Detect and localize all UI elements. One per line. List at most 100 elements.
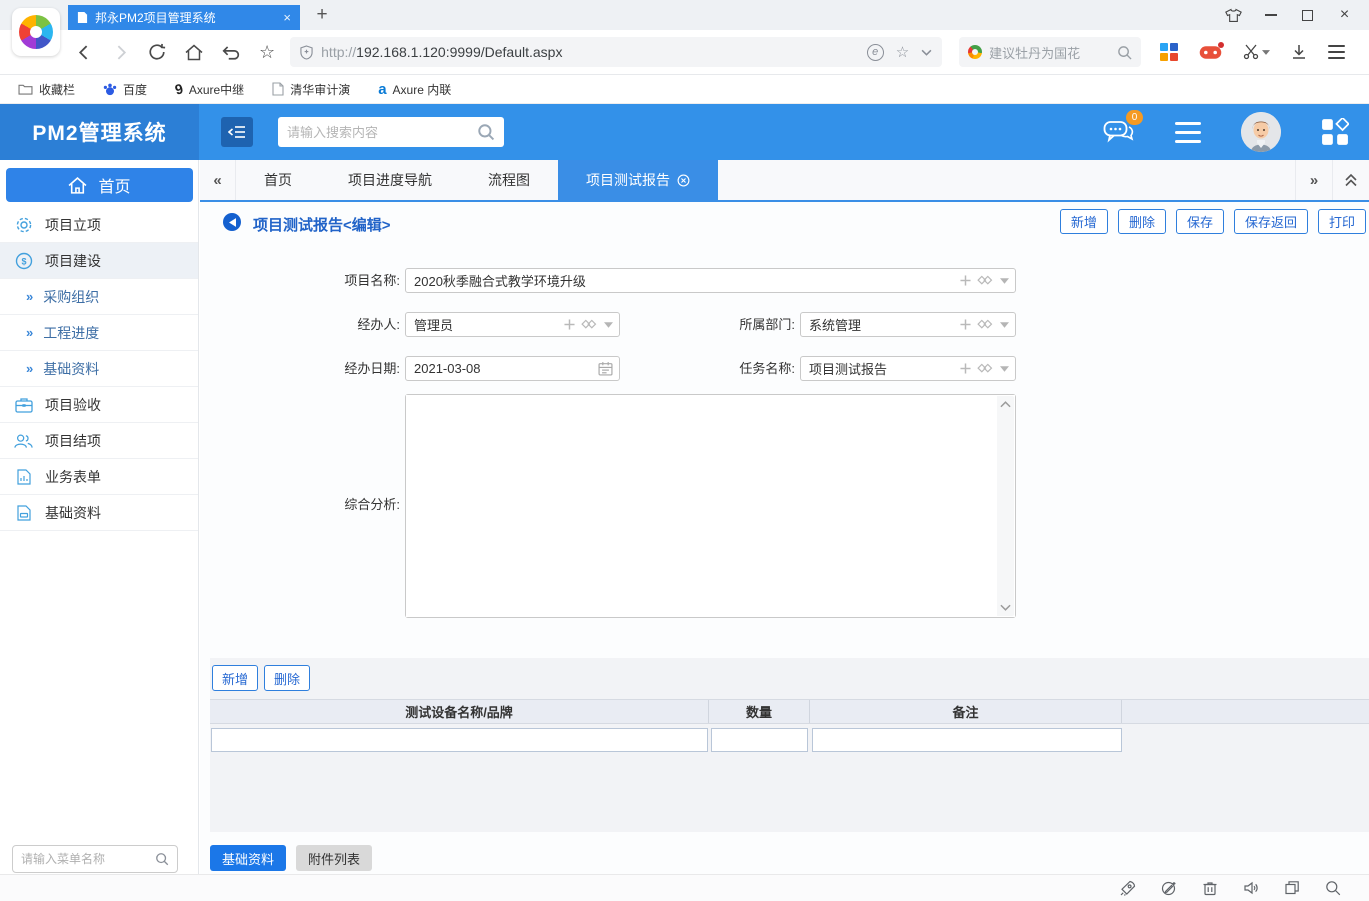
app-menu-icon[interactable] <box>1175 122 1201 143</box>
detail-cell-remarks[interactable] <box>812 728 1122 752</box>
apps-grid-icon[interactable] <box>1160 43 1178 61</box>
dropdown-caret-icon[interactable] <box>1000 366 1009 372</box>
browser-tab[interactable]: 邦永PM2项目管理系统 × <box>68 5 300 30</box>
clear-link-icon[interactable] <box>581 319 598 331</box>
multi-window-icon[interactable] <box>1284 880 1300 896</box>
messages-button[interactable]: 0 <box>1103 119 1135 145</box>
tab-close-circle-icon[interactable] <box>677 174 690 187</box>
close-button[interactable]: × <box>1326 0 1363 30</box>
screenshot-scissors-icon[interactable] <box>1243 44 1270 60</box>
detail-cell-device-name[interactable] <box>211 728 708 752</box>
maximize-button[interactable] <box>1289 0 1326 30</box>
home-icon[interactable] <box>185 44 203 61</box>
sidebar-collapse-button[interactable] <box>221 117 253 147</box>
forward-icon[interactable] <box>112 44 129 61</box>
tab-flowchart[interactable]: 流程图 <box>460 160 558 200</box>
detail-cell-quantity[interactable] <box>711 728 808 752</box>
tabs-scroll-right-icon[interactable]: » <box>1295 160 1332 200</box>
reading-mode-icon[interactable] <box>1161 880 1177 896</box>
quick-apps-icon[interactable] <box>1321 118 1349 146</box>
zoom-magnifier-icon[interactable] <box>1325 880 1341 896</box>
user-avatar[interactable] <box>1241 112 1281 152</box>
date-field[interactable] <box>405 356 620 381</box>
bookmark-folder[interactable]: 收藏栏 <box>18 81 75 98</box>
date-input[interactable] <box>406 357 619 380</box>
games-icon[interactable] <box>1199 45 1222 60</box>
bookmark-tsinghua[interactable]: 清华审计演 <box>272 81 350 98</box>
menu-search-input[interactable] <box>21 852 149 866</box>
dropdown-caret-icon[interactable] <box>1000 278 1009 284</box>
save-return-button[interactable]: 保存返回 <box>1234 209 1308 234</box>
browser-search-box[interactable]: 建议牡丹为国花 <box>959 37 1141 67</box>
minimize-button[interactable] <box>1252 0 1289 30</box>
grid-add-button[interactable]: 新增 <box>212 665 258 691</box>
sidebar-item-progress[interactable]: » 工程进度 <box>0 315 198 351</box>
clear-link-icon[interactable] <box>977 319 994 331</box>
sidebar-item-home[interactable]: 首页 <box>6 168 193 202</box>
project-name-field[interactable] <box>405 268 1016 293</box>
bookmark-axure-cloud[interactable]: 9 Axure中继 <box>175 81 244 98</box>
search-icon[interactable] <box>1117 45 1132 60</box>
dropdown-caret-icon[interactable] <box>1000 322 1009 328</box>
speaker-icon[interactable] <box>1243 880 1259 896</box>
sidebar-item-basic-data-sub[interactable]: » 基础资料 <box>0 351 198 387</box>
delete-button[interactable]: 删除 <box>1118 209 1166 234</box>
tab-test-report[interactable]: 项目测试报告 <box>558 160 718 200</box>
new-tab-button[interactable]: + <box>310 3 334 27</box>
analysis-textarea[interactable] <box>406 395 1015 617</box>
menu-search-icon[interactable] <box>155 852 169 866</box>
trash-icon[interactable] <box>1202 880 1218 896</box>
tabs-scroll-left-icon[interactable]: « <box>200 160 236 200</box>
menu-search[interactable] <box>12 845 178 873</box>
bookmark-baidu[interactable]: 百度 <box>103 81 147 98</box>
reload-icon[interactable] <box>148 43 166 61</box>
print-button[interactable]: 打印 <box>1318 209 1366 234</box>
textarea-scrollbar[interactable] <box>997 396 1014 616</box>
grid-delete-button[interactable]: 删除 <box>264 665 310 691</box>
sidebar-item-business-forms[interactable]: 业务表单 <box>0 459 198 495</box>
address-bar[interactable]: http://192.168.1.120:9999/Default.aspx e… <box>290 37 942 67</box>
save-button[interactable]: 保存 <box>1176 209 1224 234</box>
theme-skin-icon[interactable] <box>1215 0 1252 30</box>
analysis-field[interactable] <box>405 394 1016 618</box>
favorites-star-icon[interactable]: ☆ <box>259 42 275 63</box>
boost-rocket-icon[interactable] <box>1120 880 1136 896</box>
chevron-down-icon[interactable] <box>921 49 932 56</box>
add-lookup-icon[interactable] <box>564 319 575 330</box>
dropdown-caret-icon[interactable] <box>604 322 613 328</box>
sidebar-item-procurement[interactable]: » 采购组织 <box>0 279 198 315</box>
site-shield-icon[interactable] <box>300 45 313 60</box>
tab-home[interactable]: 首页 <box>236 160 320 200</box>
download-icon[interactable] <box>1291 44 1307 60</box>
clear-link-icon[interactable] <box>977 275 994 287</box>
sidebar-item-basic-data[interactable]: 基础资料 <box>0 495 198 531</box>
department-field[interactable] <box>800 312 1016 337</box>
ie-compat-icon[interactable]: e <box>867 44 884 61</box>
add-lookup-icon[interactable] <box>960 275 971 286</box>
bookmark-star-icon[interactable]: ☆ <box>896 43 909 61</box>
back-button[interactable] <box>223 213 241 231</box>
sidebar-item-project-initiation[interactable]: 项目立项 <box>0 207 198 243</box>
handler-field[interactable] <box>405 312 620 337</box>
app-search-input[interactable] <box>287 125 471 140</box>
bottom-tab-attachments[interactable]: 附件列表 <box>296 845 372 871</box>
app-search[interactable] <box>278 117 504 147</box>
app-search-icon[interactable] <box>477 123 495 141</box>
add-lookup-icon[interactable] <box>960 319 971 330</box>
calendar-icon[interactable] <box>598 361 613 376</box>
tab-close-icon[interactable]: × <box>283 10 291 25</box>
project-name-input[interactable] <box>406 269 1015 292</box>
browser-logo[interactable] <box>12 8 60 56</box>
back-icon[interactable] <box>76 44 93 61</box>
bottom-tab-basic-data[interactable]: 基础资料 <box>210 845 286 871</box>
bookmark-axure-inline[interactable]: a Axure 内联 <box>378 81 451 98</box>
add-lookup-icon[interactable] <box>960 363 971 374</box>
sidebar-item-acceptance[interactable]: 项目验收 <box>0 387 198 423</box>
sidebar-item-project-construction[interactable]: $ 项目建设 <box>0 243 198 279</box>
tabs-collapse-icon[interactable] <box>1332 160 1369 200</box>
browser-menu-icon[interactable] <box>1328 45 1345 59</box>
clear-link-icon[interactable] <box>977 363 994 375</box>
sidebar-item-closure[interactable]: 项目结项 <box>0 423 198 459</box>
undo-icon[interactable] <box>222 44 240 60</box>
tab-progress-nav[interactable]: 项目进度导航 <box>320 160 460 200</box>
